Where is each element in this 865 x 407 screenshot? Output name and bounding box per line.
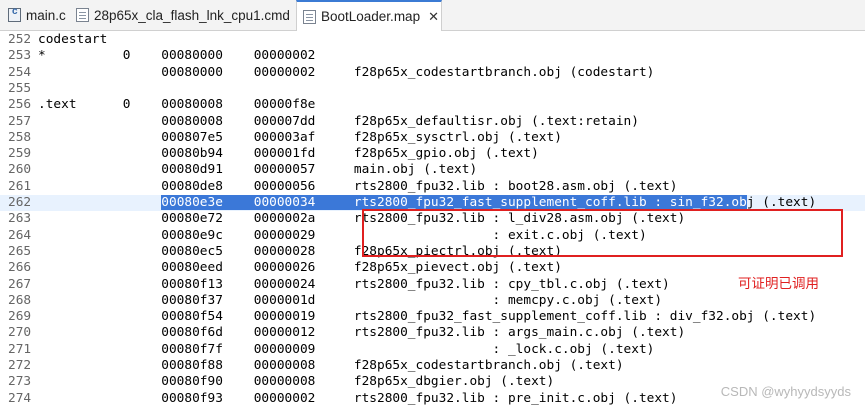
tab-bootloader-map[interactable]: BootLoader.map ✕ bbox=[296, 0, 442, 31]
line-number: 259 bbox=[8, 146, 32, 162]
tab-main-c[interactable]: main.c bbox=[4, 0, 66, 30]
line-text: 00080eed 00000026 f28p65x_pievect.obj (.… bbox=[38, 260, 562, 276]
code-line[interactable]: 260 00080d91 00000057 main.obj (.text) bbox=[0, 162, 865, 178]
annotation-note: 可证明已调用 bbox=[738, 276, 819, 292]
line-number: 264 bbox=[8, 227, 32, 243]
c-file-icon bbox=[8, 6, 21, 22]
code-line[interactable]: 268 00080f37 0000001d : memcpy.c.obj (.t… bbox=[0, 293, 865, 309]
code-line[interactable]: 266 00080eed 00000026 f28p65x_pievect.ob… bbox=[0, 260, 865, 276]
line-number: 260 bbox=[8, 162, 32, 178]
line-text: 00080b94 000001fd f28p65x_gpio.obj (.tex… bbox=[38, 146, 539, 162]
line-suffix: j (.text) bbox=[746, 195, 817, 210]
line-number: 258 bbox=[8, 129, 32, 145]
line-number: 268 bbox=[8, 292, 32, 308]
line-number: 252 bbox=[8, 32, 32, 47]
code-line[interactable]: 256 .text 0 00080008 00000f8e bbox=[0, 97, 865, 113]
line-text: 00080008 000007dd f28p65x_defaultisr.obj… bbox=[38, 113, 639, 129]
line-number: 265 bbox=[8, 243, 32, 259]
code-line[interactable]: 271 00080f7f 00000009 : _lock.c.obj (.te… bbox=[0, 342, 865, 358]
line-number: 269 bbox=[8, 309, 32, 325]
line-text: .text 0 00080008 00000f8e bbox=[38, 97, 316, 113]
line-number: 274 bbox=[8, 390, 32, 406]
line-number: 272 bbox=[8, 358, 32, 373]
code-line[interactable]: 261 00080de8 00000056 rts2800_fpu32.lib … bbox=[0, 179, 865, 195]
line-text: 00080f13 00000024 rts2800_fpu32.lib : cp… bbox=[38, 276, 670, 292]
line-number: 254 bbox=[8, 64, 32, 80]
code-line[interactable]: 254 00080000 00000002 f28p65x_codestartb… bbox=[0, 65, 865, 81]
line-text: 00080f54 00000019 rts2800_fpu32_fast_sup… bbox=[38, 309, 817, 325]
close-icon[interactable]: ✕ bbox=[428, 9, 439, 25]
code-line[interactable]: 272 00080f88 00000008 f28p65x_codestartb… bbox=[0, 358, 865, 374]
line-text: 000807e5 000003af f28p65x_sysctrl.obj (.… bbox=[38, 129, 562, 145]
tab-label: main.c bbox=[26, 7, 66, 23]
tab-cmd-file[interactable]: 28p65x_cla_flash_lnk_cpu1.cmd bbox=[70, 0, 292, 30]
line-number: 261 bbox=[8, 178, 32, 194]
tab-label: BootLoader.map bbox=[321, 9, 421, 24]
line-number: 266 bbox=[8, 260, 32, 276]
line-number: 257 bbox=[8, 113, 32, 129]
tab-label: 28p65x_cla_flash_lnk_cpu1.cmd bbox=[94, 7, 290, 23]
selected-text: 00080e3e 00000034 rts2800_fpu32_fast_sup… bbox=[161, 195, 747, 210]
code-line[interactable]: 269 00080f54 00000019 rts2800_fpu32_fast… bbox=[0, 309, 865, 325]
document-icon bbox=[76, 8, 89, 22]
line-text: * 0 00080000 00000002 bbox=[38, 48, 316, 64]
line-number: 270 bbox=[8, 325, 32, 341]
code-line[interactable]: 253 * 0 00080000 00000002 bbox=[0, 48, 865, 64]
line-text: 00080f7f 00000009 : _lock.c.obj (.text) bbox=[38, 341, 655, 357]
code-line[interactable]: 270 00080f6d 00000012 rts2800_fpu32.lib … bbox=[0, 325, 865, 341]
line-text: 00080f37 0000001d : memcpy.c.obj (.text) bbox=[38, 292, 663, 308]
watermark: CSDN @wyhyydsyyds bbox=[720, 384, 851, 399]
line-number: 255 bbox=[8, 80, 32, 96]
code-line[interactable]: 267 00080f13 00000024 rts2800_fpu32.lib … bbox=[0, 277, 865, 293]
line-text: 00080d91 00000057 main.obj (.text) bbox=[38, 162, 478, 178]
code-line[interactable]: 257 00080008 000007dd f28p65x_defaultisr… bbox=[0, 114, 865, 130]
line-number: 273 bbox=[8, 374, 32, 390]
line-number: 256 bbox=[8, 97, 32, 113]
document-icon bbox=[303, 9, 316, 24]
line-text: 00080f93 00000002 rts2800_fpu32.lib : pr… bbox=[38, 390, 678, 406]
code-line[interactable]: 259 00080b94 000001fd f28p65x_gpio.obj (… bbox=[0, 146, 865, 162]
line-number: 263 bbox=[8, 211, 32, 227]
line-number: 262 bbox=[8, 195, 32, 210]
code-line[interactable]: 255 bbox=[0, 81, 865, 97]
line-prefix bbox=[38, 195, 161, 210]
editor-tab-bar: main.c 28p65x_cla_flash_lnk_cpu1.cmd Boo… bbox=[0, 0, 865, 31]
code-line[interactable]: 258 000807e5 000003af f28p65x_sysctrl.ob… bbox=[0, 130, 865, 146]
line-text: 00080f90 00000008 f28p65x_dbgier.obj (.t… bbox=[38, 374, 555, 390]
code-line[interactable]: 252 codestart bbox=[0, 32, 865, 48]
text-editor[interactable]: 252 codestart 253 * 0 00080000 00000002 254 … bbox=[0, 31, 865, 407]
line-text: 00080f6d 00000012 rts2800_fpu32.lib : ar… bbox=[38, 325, 686, 341]
line-number: 271 bbox=[8, 341, 32, 357]
line-text: 00080f88 00000008 f28p65x_codestartbranc… bbox=[38, 358, 624, 373]
line-number: 267 bbox=[8, 276, 32, 292]
line-text: 00080de8 00000056 rts2800_fpu32.lib : bo… bbox=[38, 178, 678, 194]
line-number: 253 bbox=[8, 48, 32, 64]
highlight-box bbox=[362, 209, 843, 257]
line-text: 00080000 00000002 f28p65x_codestartbranc… bbox=[38, 64, 655, 80]
line-text: codestart bbox=[38, 32, 108, 47]
